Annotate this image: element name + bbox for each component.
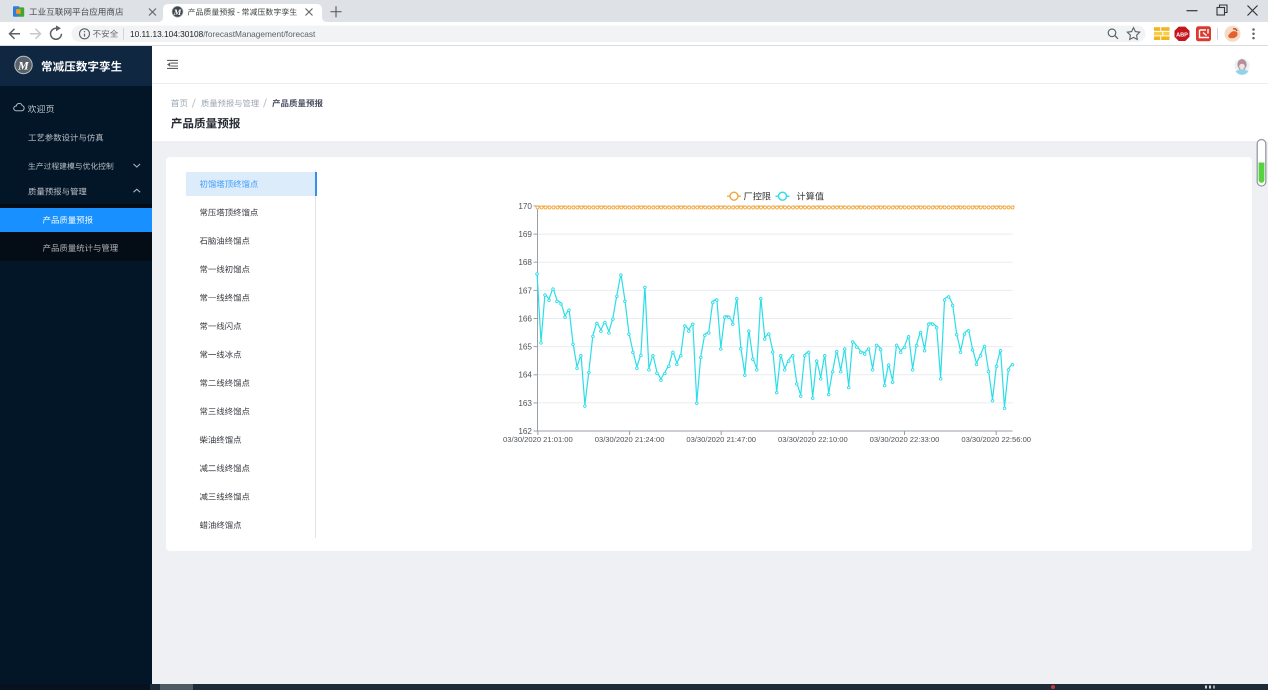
svg-text:M: M — [17, 59, 29, 73]
svg-text:10.11.13.104:30108/forecastMan: 10.11.13.104:30108/forecastManagement/fo… — [130, 29, 316, 39]
svg-text:ABP: ABP — [1176, 32, 1188, 38]
svg-text:M: M — [173, 7, 182, 17]
